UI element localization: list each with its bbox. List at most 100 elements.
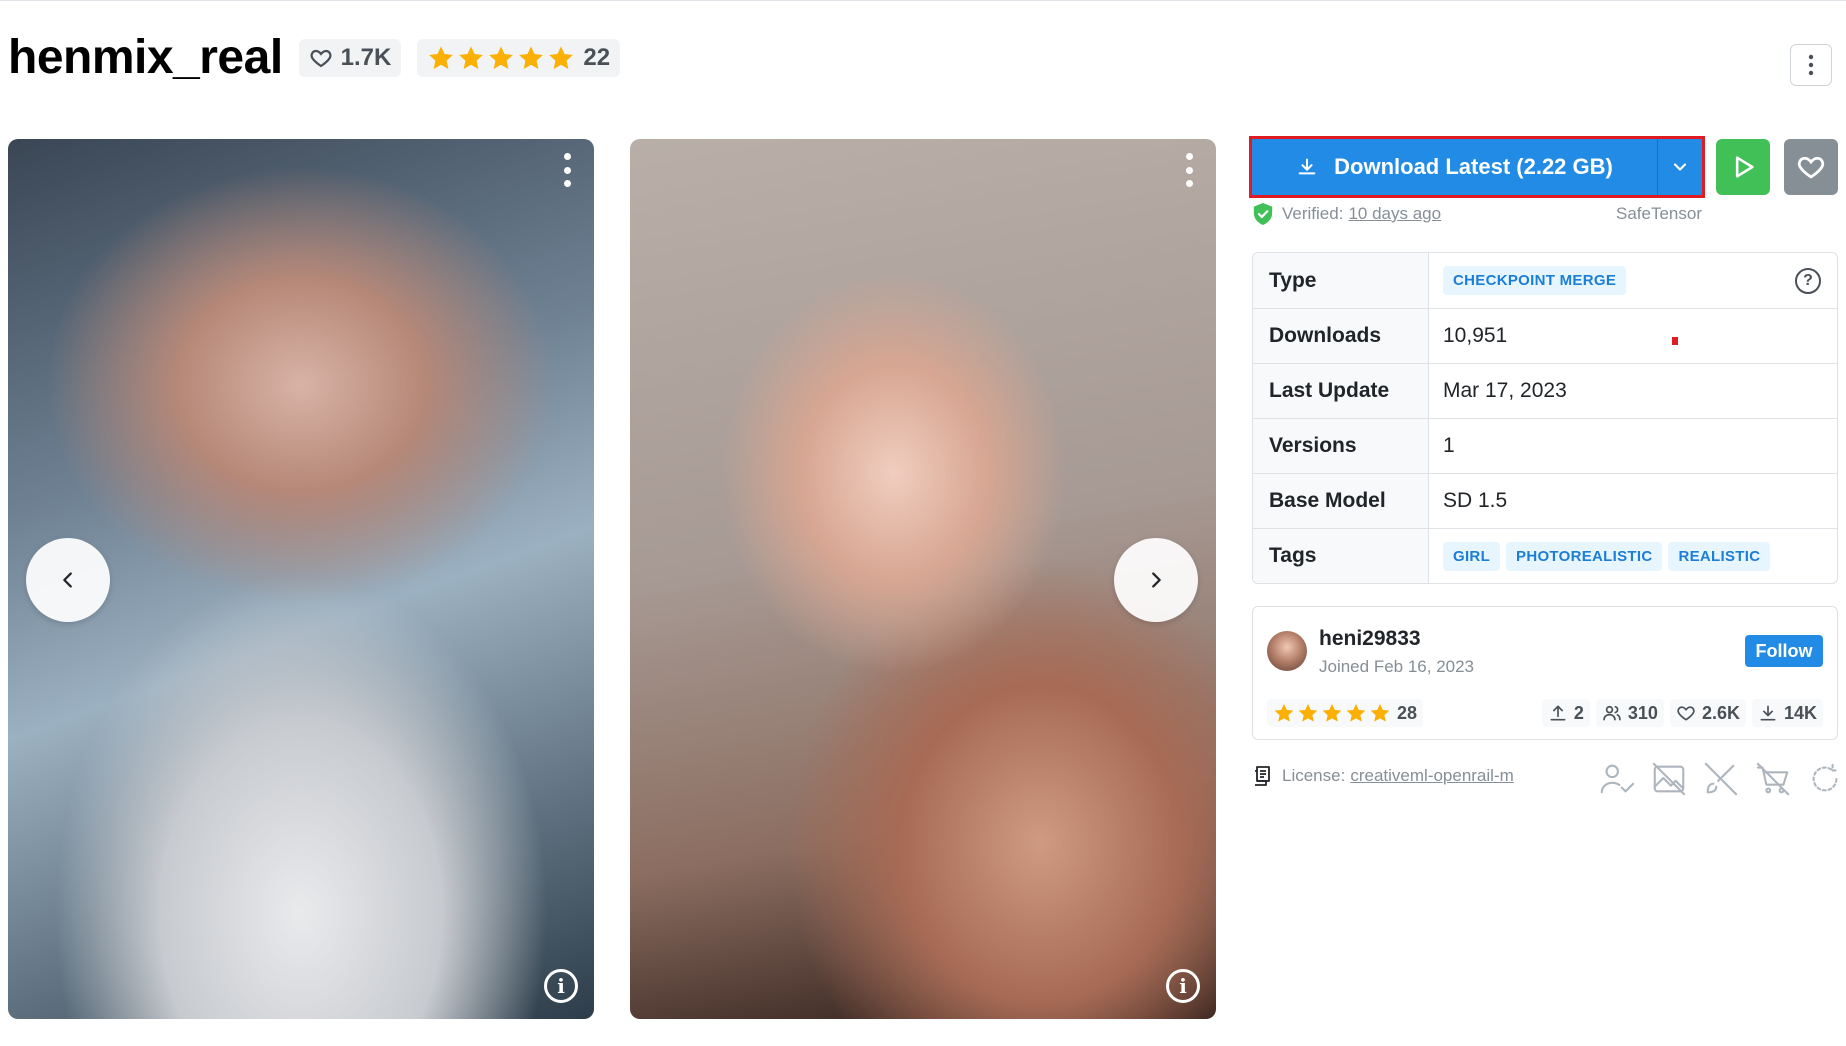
- details-label: Downloads: [1253, 309, 1429, 363]
- download-label: Download Latest (2.22 GB): [1334, 154, 1613, 179]
- followers-metric: 310: [1595, 699, 1664, 727]
- followers-count: 310: [1627, 702, 1658, 723]
- license-row: License: creativeml-openrail-m: [1252, 762, 1514, 790]
- likes-count: 2.6K: [1701, 702, 1740, 723]
- creator-rating-count: 28: [1397, 702, 1418, 723]
- type-badge: CHECKPOINT MERGE: [1443, 266, 1627, 295]
- details-value: CHECKPOINT MERGE ?: [1429, 253, 1837, 308]
- details-label: Versions: [1253, 419, 1429, 473]
- vertical-dots-icon[interactable]: [562, 153, 572, 187]
- star-icon: [1274, 703, 1294, 722]
- downloads-count: 14K: [1783, 702, 1817, 723]
- star-icon: [459, 46, 484, 69]
- heart-icon: [1677, 706, 1695, 721]
- favorite-button[interactable]: [1784, 139, 1838, 195]
- license-permissions: [1598, 760, 1844, 798]
- vertical-dots-icon[interactable]: [1184, 153, 1194, 187]
- details-value: Mar 17, 2023: [1443, 379, 1567, 402]
- download-latest-button[interactable]: Download Latest (2.22 GB): [1252, 139, 1658, 195]
- rating-stars: [427, 44, 575, 72]
- star-icon: [1322, 703, 1342, 722]
- info-icon[interactable]: i: [1166, 969, 1200, 1003]
- creator-joined: Joined Feb 16, 2023: [1319, 657, 1475, 676]
- verified-date-link[interactable]: 10 days ago: [1348, 204, 1441, 224]
- no-brush-icon: [1704, 762, 1738, 796]
- download-options-button[interactable]: [1658, 139, 1702, 195]
- creator-metrics: 2 310 2.6K 14K: [1541, 699, 1823, 727]
- verified-row: Verified: 10 days ago SafeTensor: [1252, 202, 1702, 226]
- model-details-table: Type CHECKPOINT MERGE ? Downloads 10,951…: [1252, 252, 1838, 584]
- download-icon: [1760, 705, 1776, 721]
- star-icon: [429, 46, 454, 69]
- creator-rating: 28: [1267, 699, 1424, 727]
- upload-icon: [1550, 705, 1566, 721]
- license-icon: [1255, 766, 1270, 786]
- creator-stats: 28 2 310 2.6K 14K: [1267, 699, 1823, 727]
- cursor-marker: [1672, 337, 1678, 345]
- model-header: henmix_real 1.7K 22: [8, 30, 621, 86]
- downloads-metric: 14K: [1751, 699, 1823, 727]
- model-title: henmix_real: [8, 31, 283, 84]
- rating-chip[interactable]: 22: [417, 39, 621, 77]
- vertical-dots-icon: [1808, 54, 1814, 76]
- details-row-tags: Tags GIRL PHOTOREALISTIC REALISTIC: [1253, 528, 1837, 583]
- follow-button[interactable]: Follow: [1745, 635, 1823, 667]
- file-format: SafeTensor: [1616, 204, 1702, 223]
- details-row-base-model: Base Model SD 1.5: [1253, 473, 1837, 528]
- details-label: Base Model: [1253, 474, 1429, 528]
- users-icon: [1603, 705, 1621, 721]
- play-icon: [1735, 156, 1754, 178]
- no-image-icon: [1652, 762, 1686, 796]
- rating-stars: [1273, 702, 1391, 724]
- details-row-last-update: Last Update Mar 17, 2023: [1253, 363, 1837, 418]
- heart-icon: [310, 49, 332, 68]
- run-model-button[interactable]: [1716, 139, 1770, 195]
- details-label: Last Update: [1253, 364, 1429, 418]
- avatar[interactable]: [1267, 631, 1307, 671]
- downloads-value: 10,951: [1443, 324, 1508, 347]
- details-value: 10,951: [1429, 309, 1837, 363]
- tag-badge[interactable]: GIRL: [1443, 541, 1501, 571]
- more-options-button[interactable]: [1790, 44, 1832, 86]
- shield-check-icon: [1253, 203, 1273, 225]
- details-row-type: Type CHECKPOINT MERGE ?: [1253, 253, 1837, 308]
- star-icon: [1346, 703, 1366, 722]
- user-check-icon: [1600, 764, 1635, 794]
- star-icon: [1298, 703, 1318, 722]
- creator-card: heni29833 Joined Feb 16, 2023 Follow 28 …: [1252, 606, 1838, 740]
- chevron-down-icon: [1673, 163, 1687, 171]
- likes-chip[interactable]: 1.7K: [298, 39, 402, 77]
- question-circle-icon[interactable]: ?: [1795, 267, 1821, 294]
- license-label: License:: [1282, 766, 1346, 785]
- star-icon: [1370, 703, 1390, 722]
- download-icon: [1298, 158, 1316, 175]
- details-label: Type: [1253, 253, 1429, 308]
- chevron-left-icon: [63, 572, 72, 588]
- top-divider: [0, 0, 1846, 1]
- details-row-downloads: Downloads 10,951: [1253, 308, 1837, 363]
- star-icon: [489, 46, 514, 69]
- rating-count: 22: [583, 44, 611, 71]
- heart-icon: [1797, 156, 1825, 179]
- details-value: GIRL PHOTOREALISTIC REALISTIC: [1429, 529, 1837, 583]
- no-reuse-icon: [1812, 763, 1840, 792]
- uploads-metric: 2: [1541, 699, 1590, 727]
- details-row-versions: Versions 1: [1253, 418, 1837, 473]
- tag-badge[interactable]: PHOTOREALISTIC: [1506, 541, 1663, 571]
- carousel-prev-button[interactable]: [26, 538, 110, 622]
- download-button-group: Download Latest (2.22 GB): [1249, 136, 1705, 198]
- details-label: Tags: [1253, 529, 1429, 583]
- uploads-count: 2: [1573, 702, 1584, 723]
- info-icon[interactable]: i: [544, 969, 578, 1003]
- verified-label: Verified:: [1282, 204, 1344, 223]
- details-value: SD 1.5: [1443, 489, 1508, 512]
- tag-badge[interactable]: REALISTIC: [1668, 541, 1771, 571]
- likes-count: 1.7K: [340, 44, 392, 71]
- license-link[interactable]: creativeml-openrail-m: [1350, 766, 1513, 786]
- no-cart-icon: [1756, 762, 1790, 796]
- likes-metric: 2.6K: [1669, 699, 1746, 727]
- carousel-next-button[interactable]: [1114, 538, 1198, 622]
- creator-name[interactable]: heni29833: [1319, 627, 1421, 651]
- details-value: 1: [1443, 434, 1455, 457]
- chevron-right-icon: [1152, 572, 1161, 588]
